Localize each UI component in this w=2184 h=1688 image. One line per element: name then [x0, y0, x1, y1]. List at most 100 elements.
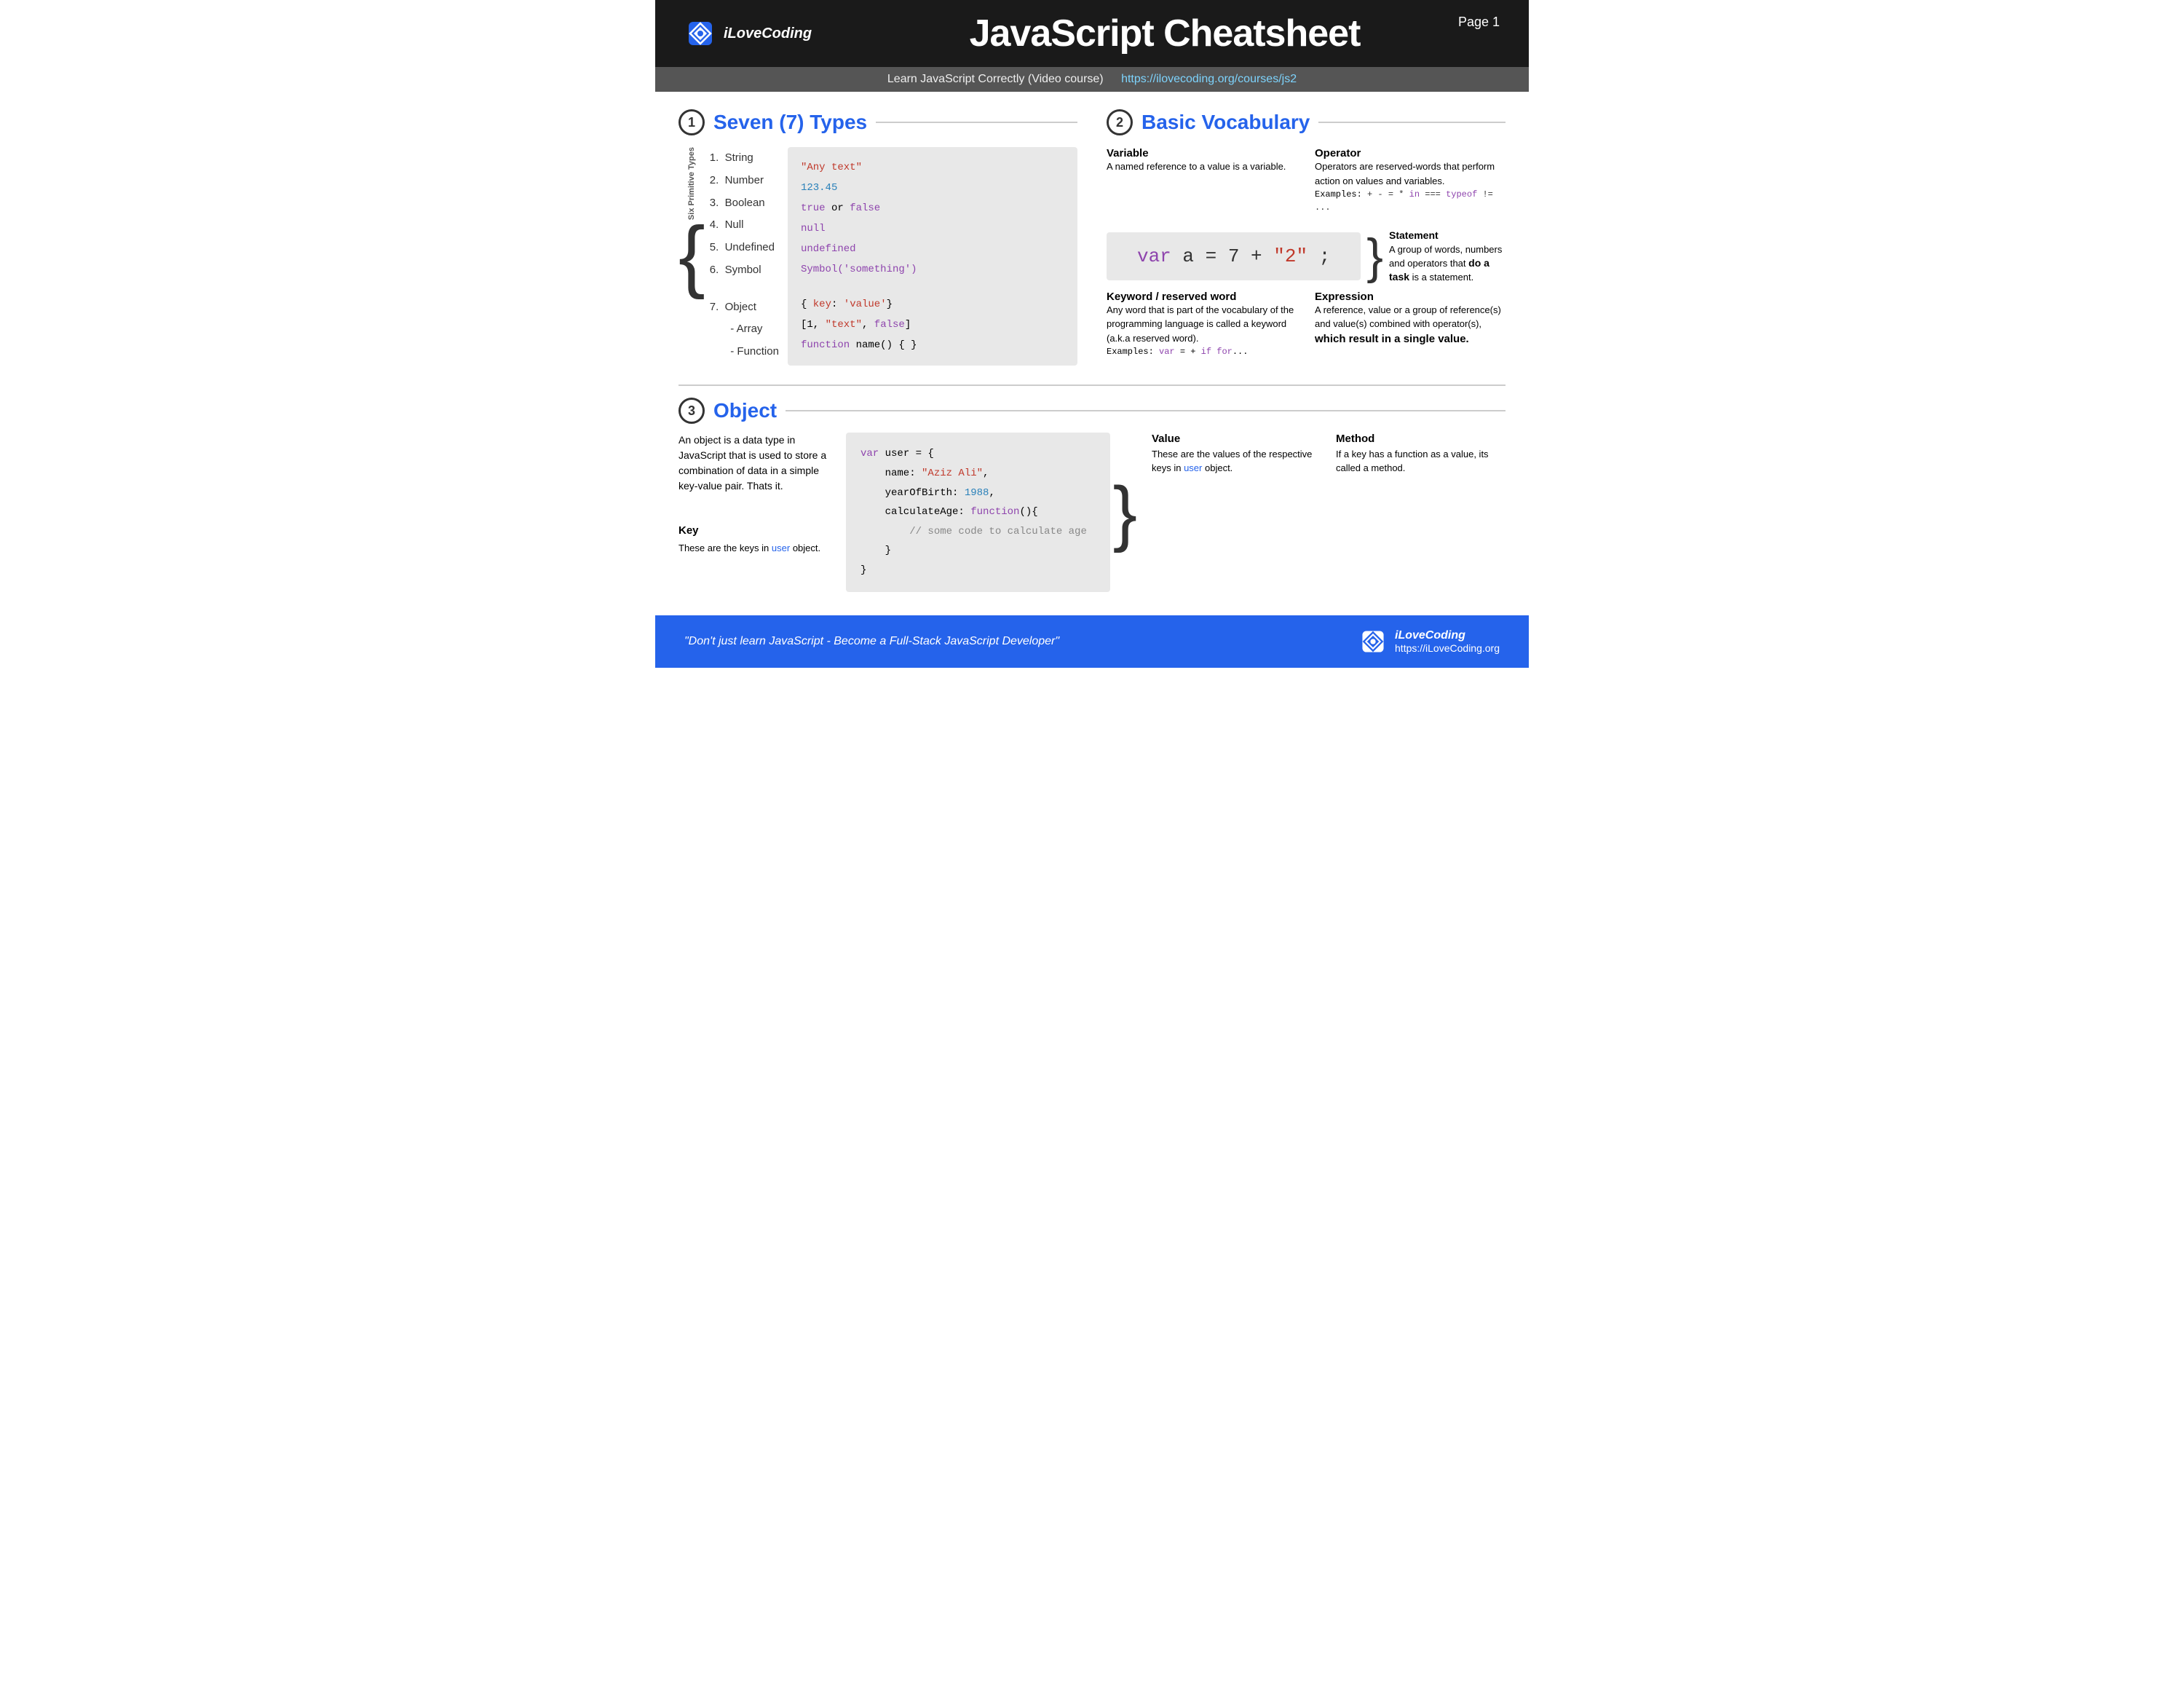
keyword-label: Keyword / reserved word — [1107, 291, 1297, 303]
vocab-statement-area: var a = 7 + "2" ; } Statement A group of… — [1107, 229, 1506, 285]
section2-title: Basic Vocabulary — [1142, 111, 1310, 134]
section1-header: 1 Seven (7) Types — [678, 109, 1077, 135]
section3-num: 3 — [678, 398, 705, 424]
header: iLoveCoding JavaScript Cheatsheet Page 1 — [655, 0, 1529, 67]
value-annotation: Value These are the values of the respec… — [1152, 433, 1321, 474]
list-item: 7. Object — [710, 296, 779, 319]
var-a: a — [1182, 245, 1205, 267]
section-vocabulary: 2 Basic Vocabulary Variable A named refe… — [1107, 109, 1506, 367]
obj-code-line-6: } — [860, 541, 1096, 561]
section1-divider — [876, 122, 1077, 123]
statement-label-area: Statement A group of words, numbers and … — [1389, 229, 1506, 285]
main-content: 1 Seven (7) Types Six Primitive Types { … — [655, 92, 1529, 610]
obj-code-line-5: // some code to calculate age — [860, 522, 1096, 542]
object-right: Value These are the values of the respec… — [1152, 433, 1506, 474]
top-sections: 1 Seven (7) Types Six Primitive Types { … — [678, 109, 1506, 367]
section3-body: An object is a data type in JavaScript t… — [678, 433, 1506, 591]
code-line-symbol: Symbol('something') — [801, 259, 1064, 280]
bracket-label-area: Six Primitive Types { — [678, 147, 705, 296]
eq-op: = — [1206, 245, 1228, 267]
footer-logo-text-area: iLoveCoding https://iLoveCoding.org — [1395, 629, 1500, 654]
section2-divider — [1318, 122, 1506, 123]
list-item: 2. Number — [710, 170, 779, 192]
vocab-code-statement: var a = 7 + "2" ; — [1107, 232, 1361, 280]
list-item: 1. String — [710, 147, 779, 170]
footer-logo: iLoveCoding https://iLoveCoding.org — [1358, 627, 1500, 656]
variable-label: Variable — [1107, 147, 1297, 159]
list-item: 5. Undefined — [710, 237, 779, 259]
section2-header: 2 Basic Vocabulary — [1107, 109, 1506, 135]
logo-icon — [684, 17, 716, 50]
operator-examples: Examples: + - = * in === typeof != ... — [1315, 188, 1506, 214]
keyword-text: Any word that is part of the vocabulary … — [1107, 303, 1297, 346]
num-7: 7 — [1228, 245, 1251, 267]
semicolon: ; — [1319, 245, 1331, 267]
section1-num: 1 — [678, 109, 705, 135]
key-label: Key — [678, 523, 831, 540]
code-line-undefined: undefined — [801, 239, 1064, 259]
object-brace-right: } — [1113, 476, 1137, 549]
method-label: Method — [1336, 433, 1506, 445]
expression-text: A reference, value or a group of referen… — [1315, 303, 1506, 348]
subheader: Learn JavaScript Correctly (Video course… — [655, 67, 1529, 92]
object-description: An object is a data type in JavaScript t… — [678, 433, 831, 494]
key-text: These are the keys in user object. — [678, 541, 831, 556]
footer-logo-icon — [1358, 627, 1388, 656]
statement-label: Statement — [1389, 229, 1439, 241]
logo-text: iLoveCoding — [724, 25, 812, 42]
types-content: Six Primitive Types { 1. String 2. Numbe… — [678, 147, 1077, 366]
value-label: Value — [1152, 433, 1321, 445]
operator-label: Operator — [1315, 147, 1506, 159]
footer-logo-name: iLoveCoding — [1395, 629, 1500, 642]
value-text: These are the values of the respective k… — [1152, 448, 1321, 474]
list-item: - Function — [710, 341, 779, 363]
footer: "Don't just learn JavaScript - Become a … — [655, 615, 1529, 668]
plus-op: + — [1251, 245, 1273, 267]
code-line-number: 123.45 — [801, 178, 1064, 198]
list-item: 3. Boolean — [710, 192, 779, 215]
expression-label: Expression — [1315, 291, 1506, 303]
code-line-null: null — [801, 218, 1064, 239]
expression-desc: Expression A reference, value or a group… — [1315, 291, 1506, 359]
section3-divider — [786, 410, 1506, 411]
key-annotation: Key These are the keys in user object. — [678, 523, 831, 555]
left-brace: { — [678, 216, 705, 296]
code-spacer — [801, 280, 1064, 294]
course-link[interactable]: https://ilovecoding.org/courses/js2 — [1121, 73, 1297, 85]
statement-text: A group of words, numbers and operators … — [1389, 243, 1506, 285]
object-left: An object is a data type in JavaScript t… — [678, 433, 831, 555]
bracket-vertical-text: Six Primitive Types — [687, 147, 696, 220]
method-text: If a key has a function as a value, its … — [1336, 448, 1506, 474]
code-line-object: { key: 'value'} — [801, 294, 1064, 315]
obj-code-line-3: yearOfBirth: 1988, — [860, 484, 1096, 503]
section1-title: Seven (7) Types — [713, 111, 867, 134]
list-item: 4. Null — [710, 214, 779, 237]
var-keyword: var — [1137, 245, 1171, 267]
keyword-desc: Keyword / reserved word Any word that is… — [1107, 291, 1297, 359]
object-code-wrapper: var user = { name: "Aziz Ali", yearOfBir… — [846, 433, 1137, 591]
vocab-top-row: Variable A named reference to a value is… — [1107, 147, 1506, 223]
obj-code-line-4: calculateAge: function(){ — [860, 502, 1096, 522]
method-annotation: Method If a key has a function as a valu… — [1336, 433, 1506, 474]
code-line-string: "Any text" — [801, 157, 1064, 178]
operator-desc: Operator Operators are reserved-words th… — [1315, 147, 1506, 214]
list-item: - Array — [710, 318, 779, 341]
footer-quote: "Don't just learn JavaScript - Become a … — [684, 635, 1059, 648]
key-user-link: user — [772, 543, 790, 553]
section3-title: Object — [713, 399, 777, 422]
variable-desc: Variable A named reference to a value is… — [1107, 147, 1297, 214]
right-brace-stmt: } — [1366, 232, 1383, 281]
variable-text: A named reference to a value is a variab… — [1107, 159, 1297, 174]
vocab-bottom-row: Keyword / reserved word Any word that is… — [1107, 291, 1506, 368]
section2-num: 2 — [1107, 109, 1133, 135]
list-item: 6. Symbol — [710, 259, 779, 282]
code-line-array: [1, "text", false] — [801, 315, 1064, 335]
types-list: 1. String 2. Number 3. Boolean 4. Null 5… — [710, 147, 779, 363]
object-center: var user = { name: "Aziz Ali", yearOfBir… — [846, 433, 1137, 591]
value-user-link: user — [1184, 462, 1202, 473]
obj-code-line-1: var user = { — [860, 444, 1096, 464]
section-object: 3 Object An object is a data type in Jav… — [678, 384, 1506, 591]
obj-code-line-2: name: "Aziz Ali", — [860, 464, 1096, 484]
str-2: "2" — [1273, 245, 1307, 267]
code-line-bool: true or false — [801, 198, 1064, 218]
